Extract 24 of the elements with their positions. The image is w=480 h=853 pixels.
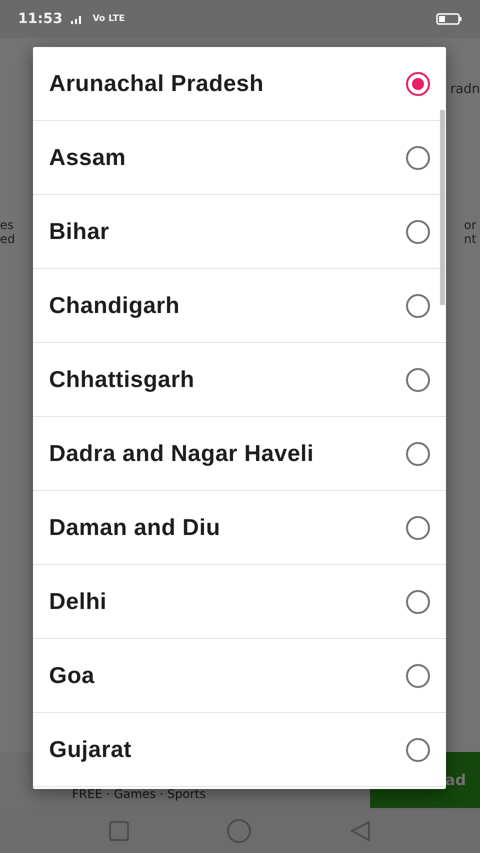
radio-button[interactable] (406, 72, 430, 96)
state-option[interactable]: Delhi (33, 565, 446, 639)
radio-button[interactable] (406, 738, 430, 762)
battery-icon (436, 13, 462, 25)
radio-button[interactable] (406, 294, 430, 318)
radio-button[interactable] (406, 146, 430, 170)
state-option[interactable]: Goa (33, 639, 446, 713)
radio-button[interactable] (406, 664, 430, 688)
background-text: es ed (0, 218, 16, 246)
ad-subtitle: FREE · Games · Sports (72, 787, 207, 801)
status-time: 11:53 (18, 11, 63, 27)
network-label: Vo LTE (92, 14, 125, 24)
radio-button[interactable] (406, 516, 430, 540)
state-option[interactable]: Daman and Diu (33, 491, 446, 565)
radio-button[interactable] (406, 590, 430, 614)
background-text: or nt (464, 218, 478, 246)
radio-button[interactable] (406, 368, 430, 392)
state-option[interactable]: Arunachal Pradesh (33, 47, 446, 121)
radio-button[interactable] (406, 442, 430, 466)
background-text: radn (450, 82, 480, 97)
radio-button[interactable] (406, 220, 430, 244)
state-option[interactable]: Chhattisgarh (33, 343, 446, 417)
state-option[interactable]: Gujarat (33, 713, 446, 787)
state-option[interactable]: Dadra and Nagar Haveli (33, 417, 446, 491)
